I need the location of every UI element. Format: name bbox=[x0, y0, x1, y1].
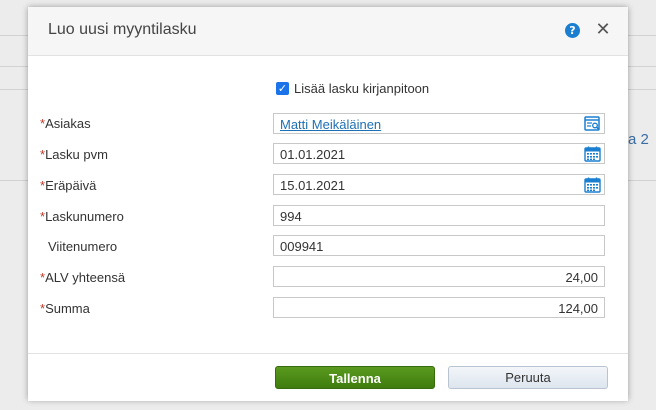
calendar-icon[interactable] bbox=[584, 146, 601, 162]
background-link[interactable]: a 2 bbox=[628, 131, 649, 148]
invoice-date-label: *Lasku pvm bbox=[40, 147, 108, 162]
vat-total-field[interactable]: 24,00 bbox=[273, 266, 605, 287]
total-label: *Summa bbox=[40, 301, 90, 316]
reference-number-label: Viitenumero bbox=[48, 239, 117, 254]
reference-number-label-text: Viitenumero bbox=[48, 239, 118, 254]
invoice-number-field[interactable]: 994 bbox=[273, 205, 605, 226]
vat-total-label-text: ALV yhteensä bbox=[45, 270, 126, 285]
due-date-field[interactable]: 15.01.2021 bbox=[273, 174, 605, 195]
total-value[interactable]: 124,00 bbox=[558, 301, 598, 316]
invoice-number-value[interactable]: 994 bbox=[280, 209, 302, 224]
close-icon[interactable]: ✕ bbox=[595, 20, 611, 40]
customer-field[interactable]: Matti Meikäläinen bbox=[273, 113, 605, 134]
invoice-date-value[interactable]: 01.01.2021 bbox=[280, 147, 345, 162]
customer-label: *Asiakas bbox=[40, 116, 91, 131]
invoice-date-field[interactable]: 01.01.2021 bbox=[273, 143, 605, 164]
customer-link[interactable]: Matti Meikäläinen bbox=[280, 117, 381, 132]
dialog-header: Luo uusi myyntilasku ? ✕ bbox=[28, 7, 628, 56]
customer-label-text: Asiakas bbox=[45, 116, 91, 131]
search-list-icon[interactable] bbox=[584, 116, 601, 132]
cancel-button[interactable]: Peruuta bbox=[448, 366, 608, 389]
total-field[interactable]: 124,00 bbox=[273, 297, 605, 318]
total-label-text: Summa bbox=[45, 301, 90, 316]
due-date-value[interactable]: 15.01.2021 bbox=[280, 178, 345, 193]
due-date-label-text: Eräpäivä bbox=[45, 178, 97, 193]
calendar-icon[interactable] bbox=[584, 177, 601, 193]
vat-total-label: *ALV yhteensä bbox=[40, 270, 125, 285]
invoice-number-label-text: Laskunumero bbox=[45, 209, 124, 224]
invoice-number-label: *Laskunumero bbox=[40, 209, 124, 224]
dialog-title: Luo uusi myyntilasku bbox=[48, 21, 197, 38]
add-to-bookkeeping-checkbox[interactable]: ✓ bbox=[276, 82, 289, 95]
invoice-date-label-text: Lasku pvm bbox=[45, 147, 108, 162]
reference-number-value[interactable]: 009941 bbox=[280, 239, 323, 254]
reference-number-field[interactable]: 009941 bbox=[273, 235, 605, 256]
dialog-footer: Tallenna Peruuta bbox=[28, 353, 628, 401]
due-date-label: *Eräpäivä bbox=[40, 178, 96, 193]
vat-total-value[interactable]: 24,00 bbox=[565, 270, 598, 285]
create-invoice-dialog: Luo uusi myyntilasku ? ✕ ✓ Lisää lasku k… bbox=[28, 7, 628, 401]
add-to-bookkeeping-label: Lisää lasku kirjanpitoon bbox=[294, 81, 430, 96]
help-icon[interactable]: ? bbox=[565, 23, 580, 38]
save-button[interactable]: Tallenna bbox=[275, 366, 435, 389]
